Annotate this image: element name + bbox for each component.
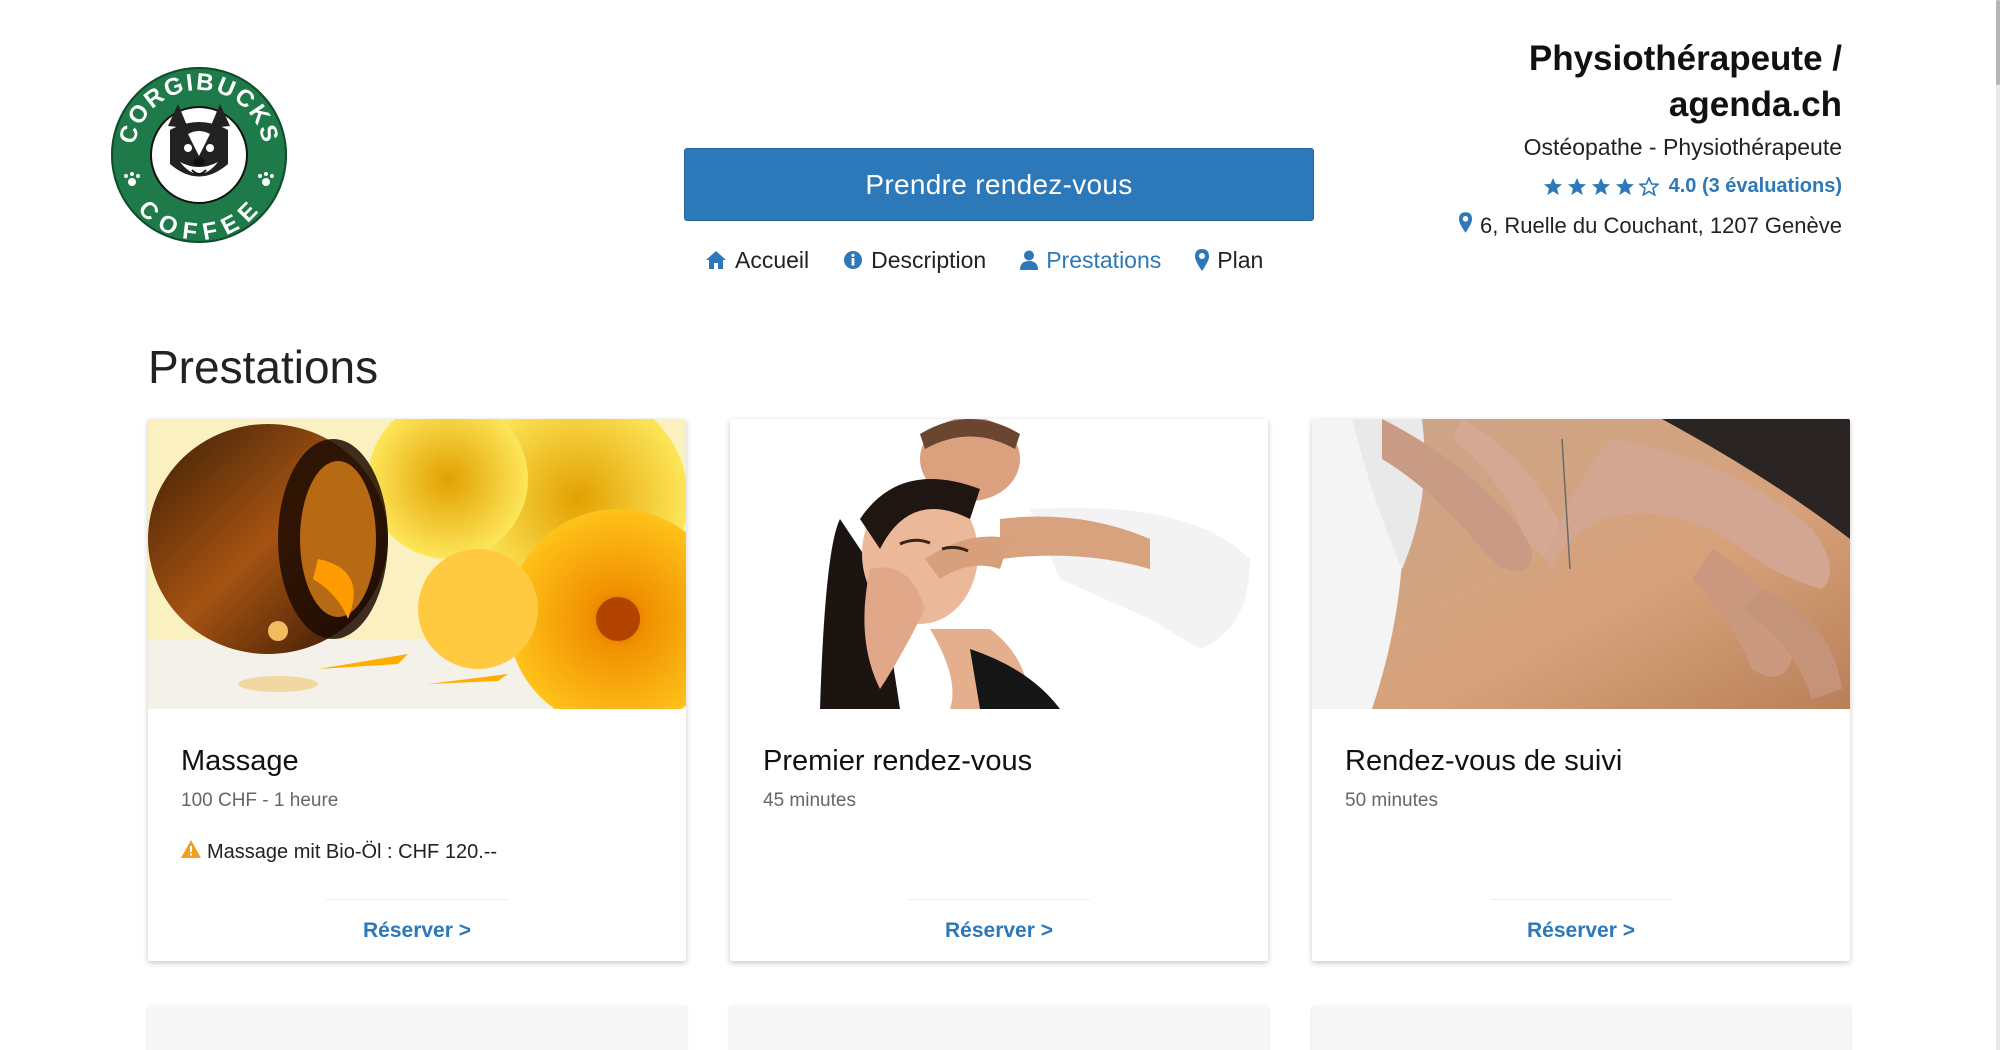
section-title: Prestations [148, 341, 379, 393]
card-footer: Réserver > [148, 899, 686, 961]
business-info: Physiothérapeute / agenda.ch Ostéopathe … [1422, 36, 1842, 239]
divider [908, 899, 1090, 900]
star-rating [1543, 177, 1659, 196]
service-card: Rendez-vous de suivi 50 minutes Réserver… [1312, 419, 1850, 961]
rating-text[interactable]: 4.0 (3 évaluations) [1669, 175, 1842, 198]
service-title: Massage [181, 745, 299, 777]
star-filled-icon [1591, 178, 1610, 195]
brand-logo[interactable]: CORGIBUCKS COFFEE [108, 64, 290, 246]
card-footer: Réserver > [1312, 899, 1850, 961]
service-image-neck-treatment [730, 419, 1268, 709]
map-pin-icon [1195, 249, 1210, 271]
home-icon [705, 250, 727, 270]
service-card-partial [148, 1006, 686, 1050]
nav-item-prestations[interactable]: Prestations [1020, 247, 1161, 274]
service-card: Premier rendez-vous 45 minutes Réserver … [730, 419, 1268, 961]
service-title: Premier rendez-vous [763, 745, 1033, 777]
nav-label: Plan [1217, 246, 1264, 273]
business-category: Ostéopathe - Physiothérapeute [1523, 134, 1842, 160]
divider [326, 899, 508, 900]
nav-item-description[interactable]: Description [843, 247, 986, 274]
service-card: Massage 100 CHF - 1 heure Massage mit Bi… [148, 419, 686, 961]
nav-item-accueil[interactable]: Accueil [705, 247, 809, 274]
service-meta: 50 minutes [1345, 790, 1438, 811]
service-meta: 45 minutes [763, 790, 856, 811]
business-name-line2: agenda.ch [1668, 85, 1842, 124]
service-note-text: Massage mit Bio-Öl : CHF 120.-- [207, 840, 498, 863]
service-card-partial [730, 1006, 1268, 1050]
service-note: Massage mit Bio-Öl : CHF 120.-- [181, 840, 653, 864]
service-image-back-acupuncture [1312, 419, 1850, 709]
address-text: 6, Ruelle du Couchant, 1207 Genève [1479, 212, 1842, 238]
scrollbar-thumb[interactable] [1996, 0, 2000, 85]
card-footer: Réserver > [730, 899, 1268, 961]
page-scrollbar[interactable] [1996, 0, 2000, 1050]
corgibucks-logo-icon: CORGIBUCKS COFFEE [109, 65, 289, 246]
divider [1490, 899, 1672, 900]
nav-label: Description [871, 246, 987, 273]
main-nav: Accueil Description Prestations Plan [705, 242, 1263, 278]
service-image-oil-flowers [148, 419, 686, 709]
reserve-button[interactable]: Réserver > [945, 919, 1053, 961]
business-name: Physiothérapeute / agenda.ch [1422, 36, 1842, 128]
business-name-line1: Physiothérapeute / [1528, 39, 1842, 78]
book-appointment-button[interactable]: Prendre rendez-vous [684, 148, 1314, 221]
warning-icon [181, 840, 201, 864]
business-address: 6, Ruelle du Couchant, 1207 Genève [1422, 212, 1842, 239]
star-filled-icon [1567, 178, 1586, 195]
star-empty-icon [1638, 177, 1659, 196]
user-icon [1020, 250, 1039, 270]
rating[interactable]: 4.0 (3 évaluations) [1422, 175, 1842, 198]
service-card-partial [1312, 1006, 1850, 1050]
star-filled-icon [1543, 178, 1562, 195]
nav-label: Prestations [1046, 246, 1162, 273]
service-meta: 100 CHF - 1 heure [181, 790, 339, 811]
nav-item-plan[interactable]: Plan [1195, 247, 1263, 274]
service-title: Rendez-vous de suivi [1345, 745, 1623, 777]
nav-label: Accueil [735, 246, 810, 273]
info-icon [843, 250, 863, 270]
map-pin-icon [1458, 212, 1472, 239]
star-filled-icon [1615, 178, 1634, 195]
reserve-button[interactable]: Réserver > [1527, 919, 1635, 961]
reserve-button[interactable]: Réserver > [363, 919, 471, 961]
